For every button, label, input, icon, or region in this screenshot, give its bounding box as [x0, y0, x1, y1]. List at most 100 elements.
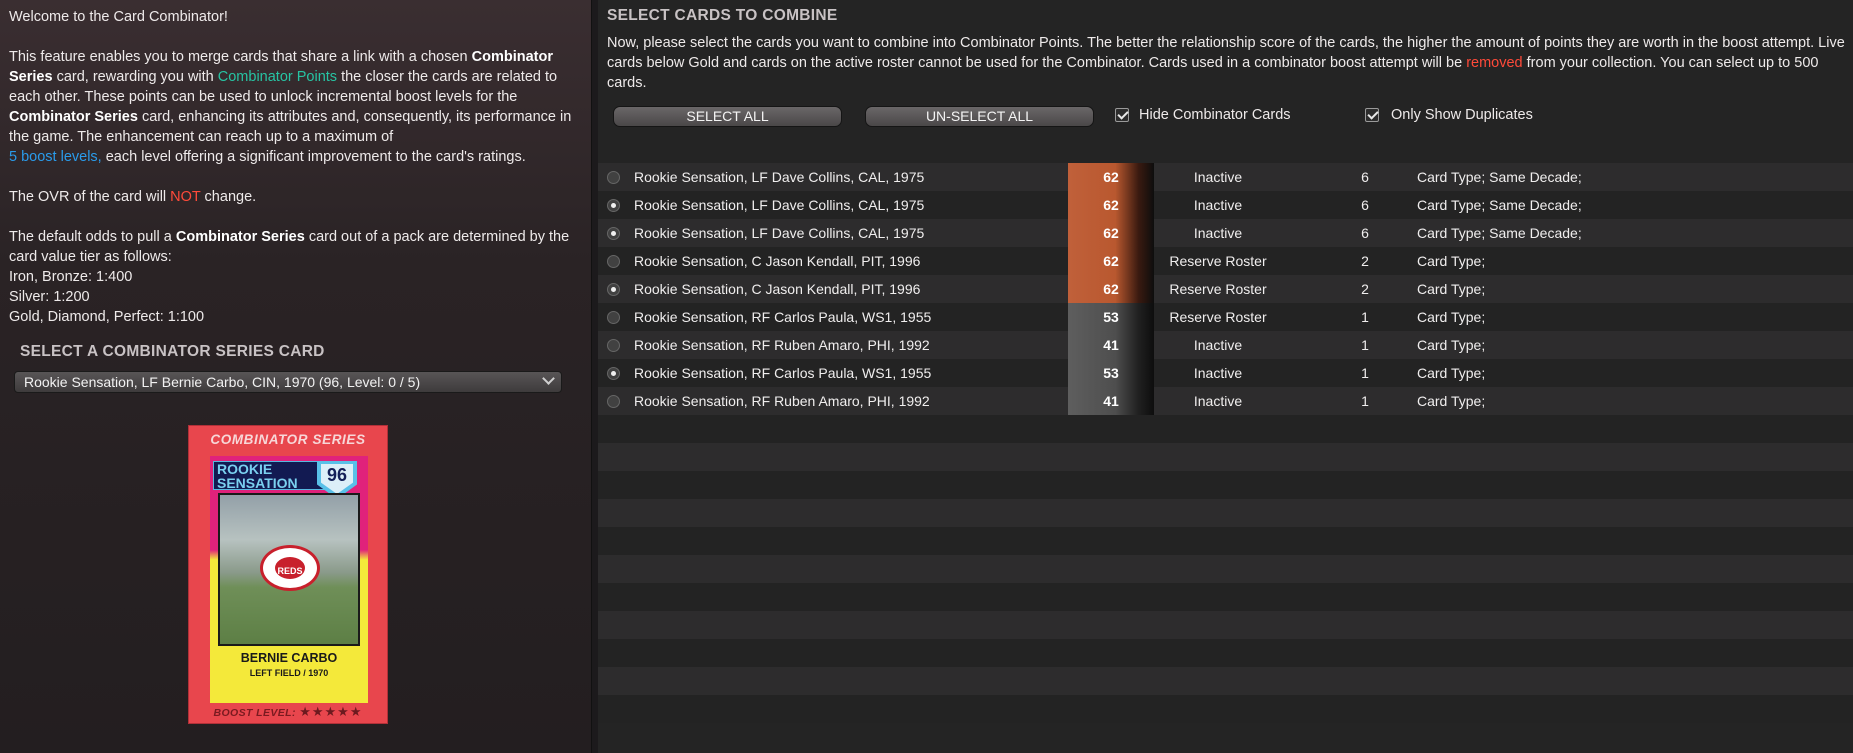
empty-row	[598, 639, 1853, 667]
card-status: Inactive	[1193, 393, 1243, 409]
card-type-tag: ROOKIE SENSATION	[213, 461, 335, 490]
relationship-links: Card Type;	[1417, 365, 1486, 381]
card-ovr-value: 96	[321, 464, 353, 494]
relationship-score: 2	[1361, 281, 1369, 297]
relationship-score: 1	[1361, 309, 1369, 325]
relationship-links: Card Type; Same Decade;	[1417, 225, 1582, 241]
select-cards-description: Now, please select the cards you want to…	[607, 35, 1845, 91]
relationship-score: 1	[1361, 337, 1369, 353]
relationship-score: 6	[1361, 225, 1369, 241]
row-select-radio[interactable]	[607, 367, 620, 380]
odds-text: The default odds to pull a Combinator Se…	[9, 229, 570, 325]
row-select-radio[interactable]	[607, 255, 620, 268]
boost-levels-highlight: 5 boost levels,	[9, 149, 102, 165]
empty-row	[598, 443, 1853, 471]
only-duplicates-checkbox[interactable]	[1365, 108, 1379, 122]
row-select-radio[interactable]	[607, 395, 620, 408]
empty-row	[598, 471, 1853, 499]
relationship-score: 6	[1361, 169, 1369, 185]
removed-highlight: removed	[1466, 55, 1523, 71]
empty-row	[598, 527, 1853, 555]
card-face: ROOKIE SENSATION 96 REDS BERNIE CARBO LE…	[210, 456, 368, 703]
odds-line: Silver: 1:200	[9, 289, 90, 305]
select-cards-title: SELECT CARDS TO COMBINE	[607, 7, 838, 24]
table-row[interactable]: Rookie Sensation, RF Ruben Amaro, PHI, 1…	[598, 331, 1853, 359]
card-list: Rookie Sensation, LF Dave Collins, CAL, …	[598, 163, 1853, 723]
relationship-links: Card Type;	[1417, 253, 1486, 269]
table-row[interactable]: Rookie Sensation, LF Dave Collins, CAL, …	[598, 191, 1853, 219]
team-logo: REDS	[260, 545, 320, 591]
combinator-series-card: COMBINATOR SERIES ROOKIE SENSATION 96 RE…	[188, 425, 388, 724]
card-status: Inactive	[1193, 169, 1243, 185]
card-photo: REDS	[218, 493, 360, 646]
combinator-series-card-dropdown[interactable]: Rookie Sensation, LF Bernie Carbo, CIN, …	[14, 371, 562, 393]
card-ovr: 62	[1068, 247, 1154, 275]
table-row[interactable]: Rookie Sensation, C Jason Kendall, PIT, …	[598, 275, 1853, 303]
card-name: Rookie Sensation, RF Carlos Paula, WS1, …	[634, 365, 932, 381]
card-status: Inactive	[1193, 225, 1243, 241]
relationship-links: Card Type; Same Decade;	[1417, 169, 1582, 185]
empty-row	[598, 695, 1853, 723]
card-ovr: 62	[1068, 163, 1154, 191]
relationship-score: 6	[1361, 197, 1369, 213]
card-name: Rookie Sensation, LF Dave Collins, CAL, …	[634, 169, 925, 185]
relationship-links: Card Type;	[1417, 393, 1486, 409]
hide-combinator-checkbox[interactable]	[1115, 108, 1129, 122]
table-row[interactable]: Rookie Sensation, C Jason Kendall, PIT, …	[598, 247, 1853, 275]
card-boost-level: BOOST LEVEL: ★★★★★	[213, 704, 363, 719]
odds-line: Gold, Diamond, Perfect: 1:100	[9, 309, 205, 325]
card-name: Rookie Sensation, RF Ruben Amaro, PHI, 1…	[634, 337, 930, 353]
relationship-score: 1	[1361, 393, 1369, 409]
welcome-text: Welcome to the Card Combinator!	[9, 9, 228, 25]
only-duplicates-label: Only Show Duplicates	[1391, 107, 1533, 123]
row-select-radio[interactable]	[607, 171, 620, 184]
combinator-points-highlight: Combinator Points	[217, 69, 338, 85]
relationship-links: Card Type;	[1417, 281, 1486, 297]
table-row[interactable]: Rookie Sensation, LF Dave Collins, CAL, …	[598, 163, 1853, 191]
card-name: Rookie Sensation, LF Dave Collins, CAL, …	[634, 225, 925, 241]
relationship-links: Card Type; Same Decade;	[1417, 197, 1582, 213]
empty-row	[598, 667, 1853, 695]
feature-description: This feature enables you to merge cards …	[9, 49, 572, 165]
chevron-down-icon	[542, 372, 555, 385]
table-row[interactable]: Rookie Sensation, RF Carlos Paula, WS1, …	[598, 359, 1853, 387]
row-select-radio[interactable]	[607, 311, 620, 324]
card-status: Reserve Roster	[1169, 281, 1267, 297]
row-select-radio[interactable]	[607, 227, 620, 240]
relationship-links: Card Type;	[1417, 337, 1486, 353]
hide-combinator-label: Hide Combinator Cards	[1139, 107, 1291, 123]
select-all-button[interactable]: SELECT ALL	[613, 106, 842, 127]
card-series-label: COMBINATOR SERIES	[210, 432, 366, 447]
card-ovr: 62	[1068, 275, 1154, 303]
card-ovr: 62	[1068, 191, 1154, 219]
empty-row	[598, 555, 1853, 583]
card-ovr: 53	[1068, 359, 1154, 387]
empty-row	[598, 583, 1853, 611]
ovr-note: The OVR of the card will NOT change.	[9, 189, 257, 205]
table-row[interactable]: Rookie Sensation, RF Carlos Paula, WS1, …	[598, 303, 1853, 331]
empty-row	[598, 415, 1853, 443]
select-series-card-title: SELECT A COMBINATOR SERIES CARD	[20, 343, 325, 360]
card-name: Rookie Sensation, RF Carlos Paula, WS1, …	[634, 309, 932, 325]
table-row[interactable]: Rookie Sensation, RF Ruben Amaro, PHI, 1…	[598, 387, 1853, 415]
combinator-info-panel: Welcome to the Card Combinator! This fea…	[0, 0, 592, 753]
table-row[interactable]: Rookie Sensation, LF Dave Collins, CAL, …	[598, 219, 1853, 247]
relationship-links: Card Type;	[1417, 309, 1486, 325]
unselect-all-button[interactable]: UN-SELECT ALL	[865, 106, 1094, 127]
info-text: Welcome to the Card Combinator! This fea…	[9, 7, 587, 347]
empty-row	[598, 499, 1853, 527]
row-select-radio[interactable]	[607, 283, 620, 296]
card-name: Rookie Sensation, C Jason Kendall, PIT, …	[634, 281, 921, 297]
boost-stars-icon: ★★★★★	[299, 704, 363, 719]
card-player-name: BERNIE CARBO	[240, 651, 338, 665]
not-highlight: NOT	[170, 189, 201, 205]
row-select-radio[interactable]	[607, 199, 620, 212]
odds-line: Iron, Bronze: 1:400	[9, 269, 133, 285]
relationship-score: 1	[1361, 365, 1369, 381]
card-name: Rookie Sensation, C Jason Kendall, PIT, …	[634, 253, 921, 269]
card-name: Rookie Sensation, LF Dave Collins, CAL, …	[634, 197, 925, 213]
card-ovr: 53	[1068, 303, 1154, 331]
row-select-radio[interactable]	[607, 339, 620, 352]
card-status: Inactive	[1193, 337, 1243, 353]
card-status: Inactive	[1193, 197, 1243, 213]
